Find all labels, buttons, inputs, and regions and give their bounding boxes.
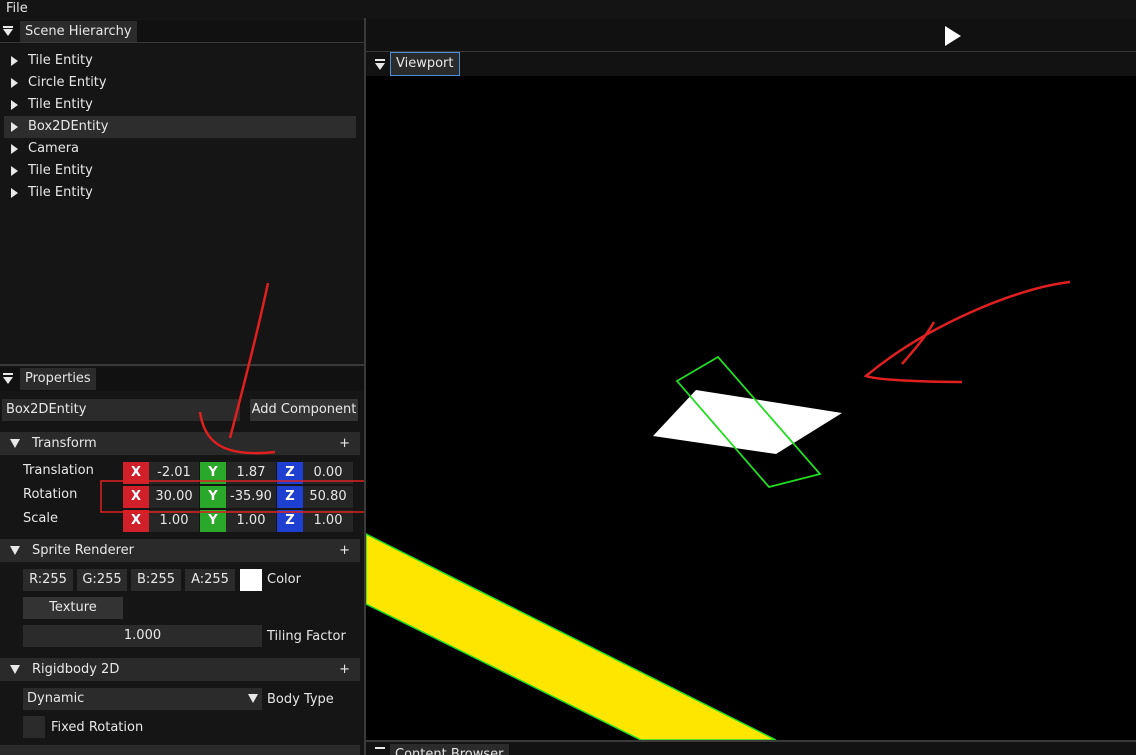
annotation-stroke <box>228 282 270 439</box>
viewport-header: Viewport <box>366 52 1136 76</box>
tab-content-browser[interactable]: Content Browser <box>390 744 509 755</box>
annotation-arrow-head <box>901 321 936 365</box>
collapse-icon[interactable] <box>375 63 385 70</box>
collapse-bar-icon <box>375 747 385 749</box>
content-browser-header: Content Browser <box>366 742 1136 755</box>
play-icon[interactable] <box>943 25 963 47</box>
ground-tile <box>366 533 777 740</box>
collapse-bar-icon <box>375 59 385 61</box>
tab-viewport[interactable]: Viewport <box>390 52 460 76</box>
scene-render <box>366 280 1071 740</box>
annotation-box <box>100 480 375 513</box>
box-sprite <box>653 390 842 454</box>
viewport-canvas[interactable] <box>366 76 1136 740</box>
toolbar <box>366 18 1136 51</box>
annotation-arrow <box>863 280 1071 384</box>
annotation-stroke <box>198 411 276 455</box>
